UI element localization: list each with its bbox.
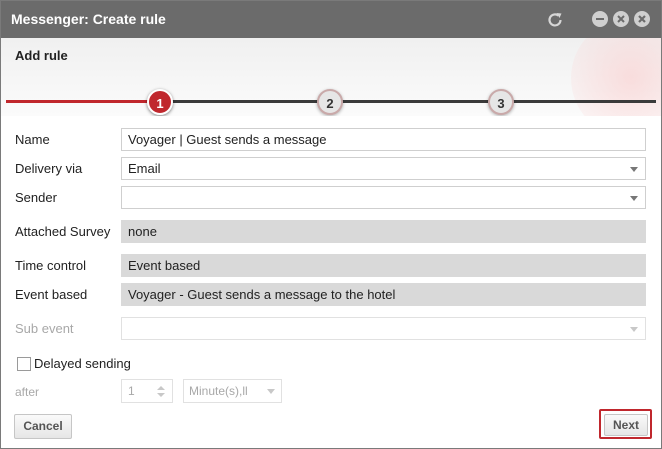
stepper-down-icon: [157, 393, 165, 397]
time-control-label: Time control: [15, 258, 87, 273]
window-title: Messenger: Create rule: [11, 11, 166, 27]
page-title: Add rule: [15, 48, 68, 63]
progress-track-completed: [6, 100, 156, 103]
delay-unit-select: Minute(s),ll: [183, 379, 282, 403]
chevron-down-icon: [630, 167, 638, 172]
create-rule-dialog: Messenger: Create rule Add rule 1 2 3 Na…: [0, 0, 662, 449]
attached-survey-label: Attached Survey: [15, 224, 111, 239]
delayed-sending-checkbox[interactable]: [17, 357, 31, 371]
after-label: after: [15, 385, 40, 399]
refresh-icon[interactable]: [546, 11, 564, 29]
progress-track-remaining: [156, 100, 656, 103]
attached-survey-field: none: [121, 220, 646, 243]
sub-event-select: [121, 317, 646, 340]
next-button[interactable]: Next: [604, 414, 648, 436]
chevron-down-icon: [630, 196, 638, 201]
chevron-down-icon: [267, 389, 275, 394]
stepper-up-icon: [157, 386, 165, 390]
time-control-field: Event based: [121, 254, 646, 277]
restore-icon: [617, 15, 625, 23]
close-button[interactable]: [634, 11, 650, 27]
delay-amount-stepper: 1: [121, 379, 173, 403]
event-based-field: Voyager - Guest sends a message to the h…: [121, 283, 646, 306]
chevron-down-icon: [630, 327, 638, 332]
name-label: Name: [15, 132, 50, 147]
close-icon: [638, 15, 646, 23]
event-based-label: Event based: [15, 287, 88, 302]
delivery-via-label: Delivery via: [15, 161, 83, 176]
delivery-via-select[interactable]: Email: [121, 157, 646, 180]
minimize-icon: [596, 18, 604, 20]
sub-event-label: Sub event: [15, 321, 74, 336]
restore-button[interactable]: [613, 11, 629, 27]
header-decoration: [571, 38, 661, 116]
delay-unit-value: Minute(s),ll: [189, 384, 248, 398]
delayed-sending-label[interactable]: Delayed sending: [34, 356, 131, 371]
cancel-button[interactable]: Cancel: [14, 414, 72, 439]
title-bar: Messenger: Create rule: [1, 1, 661, 38]
wizard-step-2[interactable]: 2: [317, 89, 343, 115]
wizard-header: Add rule 1 2 3: [1, 38, 661, 116]
delay-amount-value: 1: [128, 384, 135, 398]
name-input[interactable]: Voyager | Guest sends a message: [121, 128, 646, 151]
sender-label: Sender: [15, 190, 57, 205]
sender-select[interactable]: [121, 186, 646, 209]
wizard-step-3[interactable]: 3: [488, 89, 514, 115]
delivery-via-value: Email: [128, 161, 161, 176]
wizard-step-1[interactable]: 1: [147, 89, 173, 115]
minimize-button[interactable]: [592, 11, 608, 27]
